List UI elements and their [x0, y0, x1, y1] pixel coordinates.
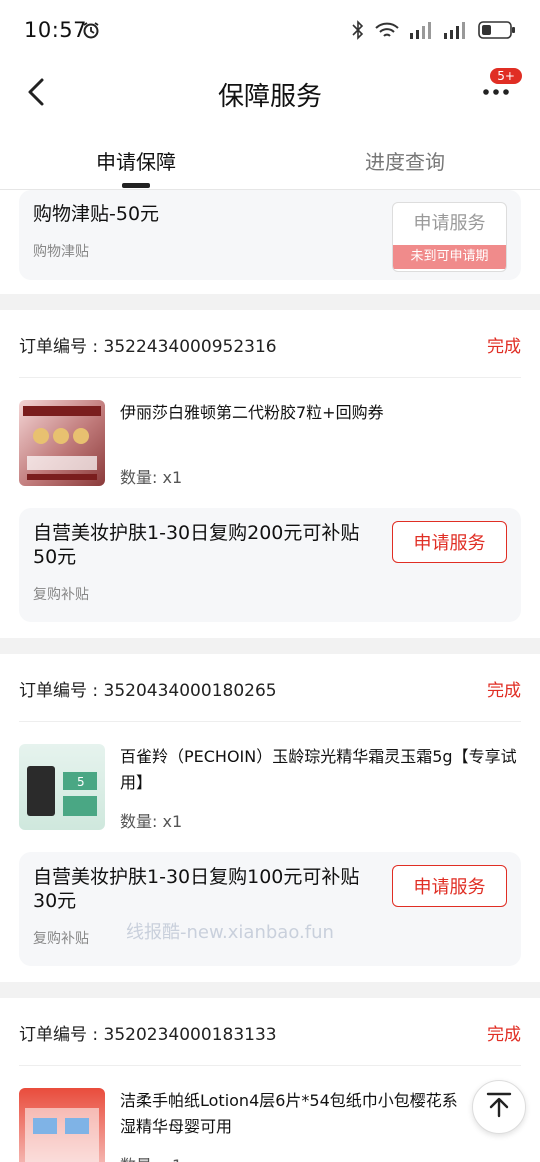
- wifi-icon: [374, 20, 400, 44]
- apply-service-button[interactable]: 申请服务: [392, 521, 507, 563]
- status-bar: 10:57: [0, 0, 540, 62]
- svg-text:5: 5: [77, 775, 85, 789]
- service-title: 自营美妆护肤1-30日复购100元可补贴30元: [33, 866, 360, 912]
- tab-bar: 申请保障 进度查询: [0, 122, 540, 190]
- order-number: 订单编号 : 3520234000183133: [19, 1025, 277, 1045]
- product-image[interactable]: 5: [19, 744, 105, 830]
- product-quantity: 数量: x1: [120, 812, 183, 831]
- tab-apply[interactable]: 申请保障: [96, 146, 176, 175]
- order-status: 完成: [487, 681, 521, 701]
- product-name: 百雀羚（PECHOIN）玉龄琮光精华霜灵玉霜5g【专享试用】: [120, 747, 517, 792]
- product-name: 洁柔手帕纸Lotion4层6片*54包纸巾小包樱花系湿精华母婴可用: [120, 1091, 458, 1136]
- apply-service-button[interactable]: 申请服务: [392, 865, 507, 907]
- arrow-up-icon: [484, 1090, 514, 1124]
- nav-bar: 保障服务 5+: [0, 62, 540, 122]
- order-header: 订单编号 : 3520434000180265 完成: [19, 654, 521, 722]
- bluetooth-icon: [352, 20, 364, 44]
- product-quantity: 数量: x1: [120, 468, 183, 487]
- order-card: 购物津贴-50元 购物津贴 申请服务 未到可申请期: [0, 190, 540, 294]
- order-number: 订单编号 : 3522434000952316: [19, 337, 277, 357]
- service-box: 自营美妆护肤1-30日复购100元可补贴30元 复购补贴 申请服务: [19, 852, 521, 966]
- service-title: 购物津贴-50元: [33, 203, 160, 225]
- product-row[interactable]: 洁柔手帕纸Lotion4层6片*54包纸巾小包樱花系湿精华母婴可用 数量: x1: [19, 1066, 521, 1162]
- product-image[interactable]: [19, 400, 105, 486]
- not-eligible-tip: 未到可申请期: [393, 245, 506, 269]
- apply-service-button-disabled[interactable]: 申请服务 未到可申请期: [392, 202, 507, 272]
- tab-progress[interactable]: 进度查询: [365, 146, 445, 175]
- message-badge: 5+: [490, 68, 522, 84]
- apply-button-label: 申请服务: [413, 213, 486, 234]
- clock: 10:57: [24, 18, 88, 42]
- order-card: 订单编号 : 3520234000183133 完成 洁柔手帕纸Lotion4层…: [0, 998, 540, 1162]
- service-title: 自营美妆护肤1-30日复购200元可补贴50元: [33, 522, 360, 568]
- order-status: 完成: [487, 337, 521, 357]
- order-card: 订单编号 : 3522434000952316 完成 伊丽莎白雅顿第二代粉胶7粒…: [0, 310, 540, 638]
- order-number: 订单编号 : 3520434000180265: [19, 681, 277, 701]
- battery-icon: [478, 20, 516, 44]
- product-quantity: 数量: x1: [120, 1152, 182, 1162]
- order-status: 完成: [487, 1025, 521, 1045]
- product-name: 伊丽莎白雅顿第二代粉胶7粒+回购券: [120, 403, 384, 422]
- alarm-icon: [82, 21, 100, 43]
- service-box: 自营美妆护肤1-30日复购200元可补贴50元 复购补贴 申请服务: [19, 508, 521, 622]
- order-header: 订单编号 : 3522434000952316 完成: [19, 310, 521, 378]
- order-header: 订单编号 : 3520234000183133 完成: [19, 998, 521, 1066]
- service-subtitle: 复购补贴: [33, 931, 89, 947]
- product-row[interactable]: 5 百雀羚（PECHOIN）玉龄琮光精华霜灵玉霜5g【专享试用】 数量: x1: [19, 722, 521, 852]
- signal-icon: [410, 21, 434, 43]
- tab-indicator: [122, 183, 150, 188]
- product-row[interactable]: 伊丽莎白雅顿第二代粉胶7粒+回购券 数量: x1: [19, 378, 521, 508]
- service-box: 购物津贴-50元 购物津贴 申请服务 未到可申请期: [19, 190, 521, 280]
- service-subtitle: 购物津贴: [33, 244, 89, 260]
- back-to-top-button[interactable]: [472, 1080, 526, 1134]
- signal-icon-2: [444, 21, 468, 43]
- page-title: 保障服务: [217, 82, 322, 112]
- watermark: 线报酷-new.xianbao.fun: [126, 922, 334, 943]
- order-list: 购物津贴-50元 购物津贴 申请服务 未到可申请期 订单编号 : 3522434…: [0, 190, 540, 1162]
- product-image[interactable]: [19, 1088, 105, 1162]
- service-subtitle: 复购补贴: [33, 587, 89, 603]
